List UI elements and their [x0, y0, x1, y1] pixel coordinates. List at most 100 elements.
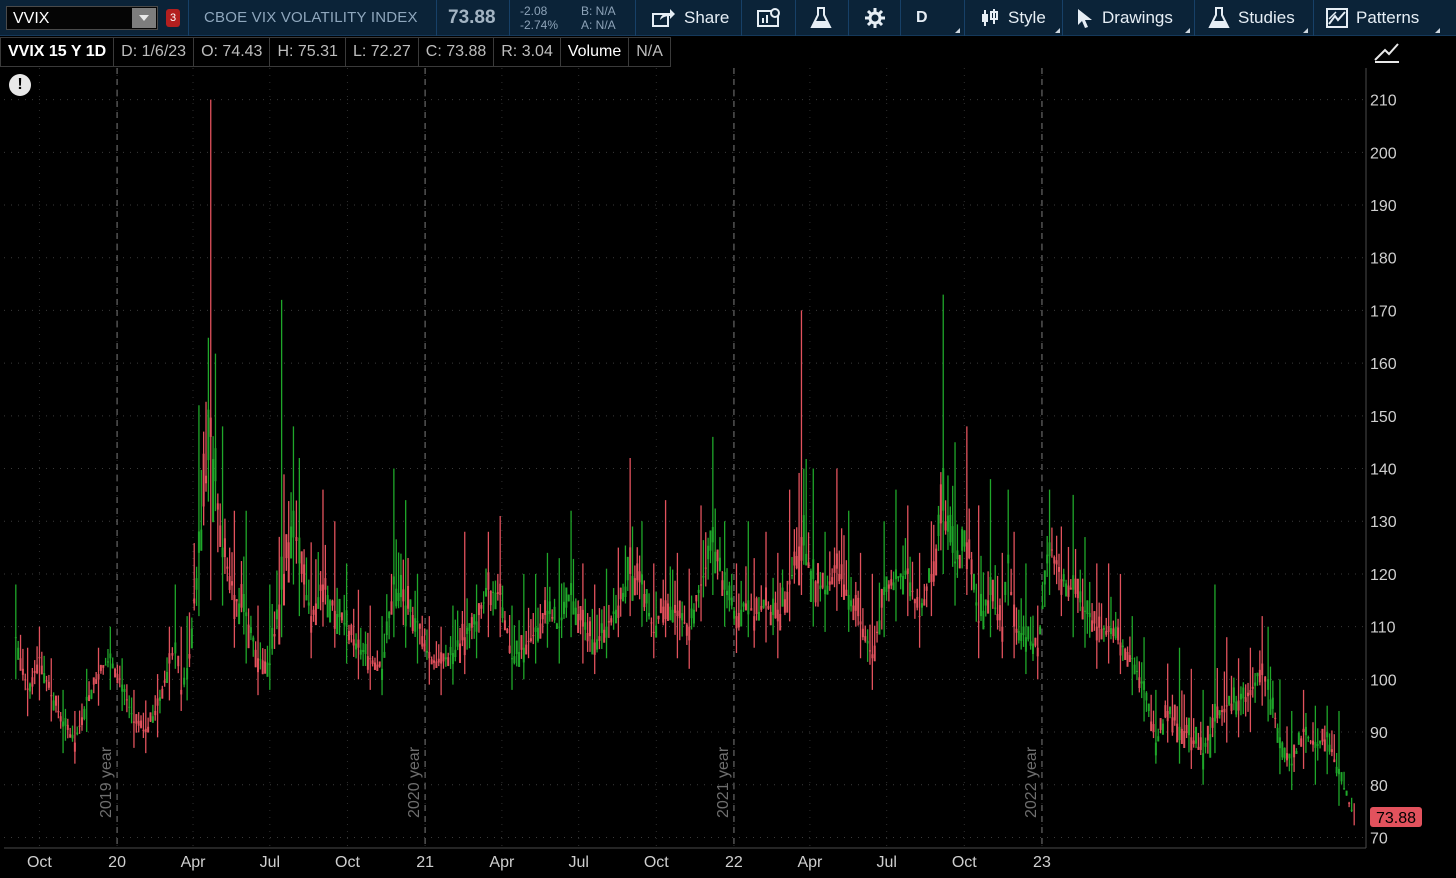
- candle-body: [648, 612, 651, 617]
- candle-body: [421, 636, 424, 647]
- x-tick-label: Oct: [335, 854, 360, 871]
- candle-body: [744, 603, 747, 611]
- flask-button[interactable]: [810, 0, 832, 36]
- candle-body: [769, 611, 772, 626]
- candle-body: [1192, 740, 1195, 744]
- candle-body: [1254, 682, 1257, 686]
- alert-badge[interactable]: 3: [166, 9, 180, 27]
- candle-body: [994, 607, 997, 609]
- x-tick-label: Apr: [489, 854, 515, 871]
- share-button[interactable]: Share: [652, 0, 729, 36]
- candle-body: [887, 584, 890, 589]
- candle-body: [38, 657, 41, 659]
- candle-body: [650, 622, 653, 624]
- aggregation-button[interactable]: D: [916, 0, 962, 36]
- candle-body: [109, 653, 112, 659]
- candle-body: [80, 717, 83, 726]
- candle-body: [906, 568, 909, 574]
- candle-body: [511, 658, 514, 660]
- candle-body: [1242, 687, 1245, 699]
- candle-body: [214, 448, 217, 482]
- candle-body: [816, 563, 819, 584]
- candle-body: [984, 599, 987, 606]
- candle-body: [1173, 704, 1176, 721]
- candle-body: [366, 656, 369, 670]
- study-toggle-button[interactable]: [1372, 40, 1402, 64]
- candle-body: [965, 542, 968, 570]
- candle-body: [1171, 717, 1174, 733]
- candle-body: [440, 652, 443, 664]
- y-tick-label: 190: [1370, 198, 1397, 215]
- candle-body: [786, 591, 789, 613]
- ask-price: A: N/A: [581, 18, 616, 32]
- price-chart[interactable]: 70 80 90 100 110 120 130 140 150 160 170 180 190 200 2…: [0, 67, 1456, 878]
- candle-body: [852, 605, 855, 621]
- candle-body: [861, 628, 864, 638]
- candle-body: [1264, 676, 1267, 682]
- year-marker-label: 2019 year: [98, 746, 115, 818]
- candle-body: [636, 563, 639, 581]
- alert-icon[interactable]: !: [9, 74, 31, 96]
- candle-body: [975, 602, 978, 606]
- symbol-input[interactable]: VVIX: [6, 6, 158, 30]
- bar-open: O: 74.43: [194, 37, 271, 67]
- candle-body: [1133, 664, 1136, 675]
- candle-body: [307, 602, 310, 606]
- year-marker-label: 2022 year: [1023, 746, 1040, 818]
- candle-body: [1107, 625, 1110, 632]
- candle-body: [544, 600, 547, 616]
- candle-body: [939, 484, 942, 524]
- candle-body: [1228, 695, 1231, 705]
- candle-body: [1247, 692, 1250, 697]
- chart-settings-button[interactable]: [757, 0, 781, 36]
- studies-button[interactable]: Studies: [1208, 0, 1310, 36]
- candle-body: [1261, 663, 1264, 675]
- candle-body: [494, 592, 497, 610]
- candle-body: [1290, 763, 1293, 766]
- candle-body: [1348, 802, 1351, 804]
- candle-body: [572, 601, 575, 615]
- candle-body: [920, 603, 923, 608]
- candle-body: [399, 574, 402, 598]
- candle-body: [1211, 717, 1214, 728]
- drawings-button[interactable]: Drawings: [1076, 0, 1192, 36]
- candle-body: [1072, 575, 1075, 590]
- candle-body: [750, 608, 753, 611]
- candle-body: [212, 459, 215, 523]
- chart-title[interactable]: VVIX 15 Y 1D: [0, 37, 115, 67]
- candle-body: [584, 622, 587, 630]
- chevron-down-icon[interactable]: [132, 8, 156, 28]
- candle-body: [1074, 578, 1077, 594]
- candle-body: [755, 598, 758, 614]
- candle-body: [560, 617, 563, 621]
- candle-body: [534, 627, 537, 632]
- candle-body: [774, 602, 777, 619]
- candle-body: [1088, 613, 1091, 618]
- symbol-text: VVIX: [13, 10, 50, 27]
- candle-body: [501, 607, 504, 619]
- candle-body: [1081, 606, 1084, 620]
- candle-body: [292, 510, 295, 538]
- volume-value: N/A: [629, 37, 671, 67]
- candle-body: [373, 662, 376, 670]
- candle-body: [747, 600, 750, 615]
- patterns-button[interactable]: Patterns: [1326, 0, 1442, 36]
- candle-body: [577, 614, 580, 633]
- candle-body: [951, 526, 954, 553]
- candle-body: [633, 578, 636, 596]
- candle-body: [249, 627, 252, 633]
- y-tick-label: 90: [1370, 725, 1388, 742]
- candle-body: [1095, 626, 1098, 641]
- y-tick-label: 120: [1370, 567, 1397, 584]
- candle-body: [1223, 708, 1226, 713]
- candle-body: [1029, 641, 1032, 646]
- chart-canvas[interactable]: 70 80 90 100 110 120 130 140 150 160 170 180 190 200 2…: [0, 67, 1456, 878]
- candle-body: [1274, 717, 1277, 719]
- candle-body: [515, 640, 518, 655]
- candle-body: [454, 649, 457, 658]
- candle-body: [614, 609, 617, 624]
- candle-body: [197, 531, 200, 553]
- candle-body: [828, 581, 831, 585]
- settings-button[interactable]: [864, 0, 886, 36]
- style-button[interactable]: Style: [980, 0, 1062, 36]
